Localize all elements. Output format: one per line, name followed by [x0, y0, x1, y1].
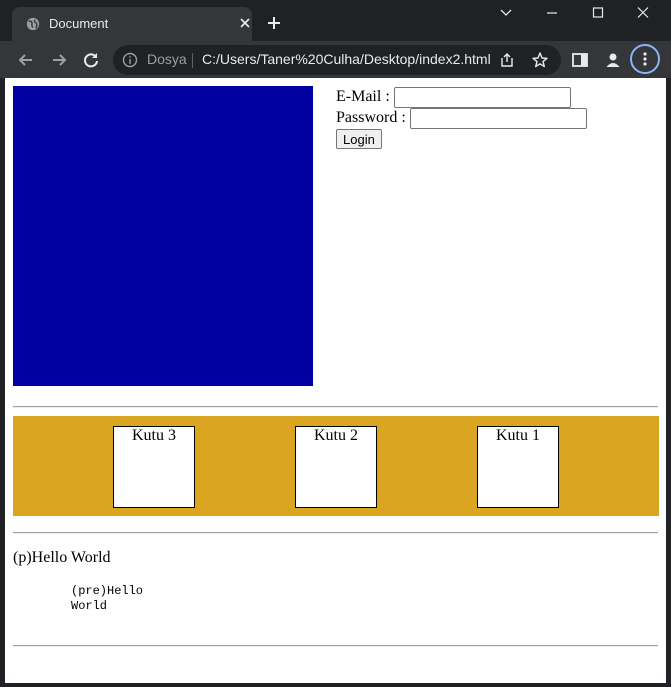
address-bar[interactable]: Dosya C:/Users/Taner%20Culha/Desktop/ind… [113, 45, 561, 75]
browser-tab[interactable]: Document [12, 7, 252, 41]
side-panel-icon[interactable] [570, 50, 590, 70]
preformatted-text: (pre)Hello World [71, 584, 144, 613]
url-text[interactable]: C:/Users/Taner%20Culha/Desktop/index2.ht… [202, 51, 491, 67]
box-band: Kutu 3 Kutu 2 Kutu 1 [13, 416, 659, 516]
browser-toolbar: Dosya C:/Users/Taner%20Culha/Desktop/ind… [0, 41, 671, 78]
email-label: E-Mail : [336, 88, 390, 105]
email-row: E-Mail : [336, 86, 587, 108]
page-viewport: E-Mail : Password : Login Kutu 3 Kutu 2 … [5, 78, 666, 683]
box-kutu-3: Kutu 3 [113, 426, 195, 508]
divider-1 [13, 406, 658, 408]
tab-title: Document [49, 16, 109, 31]
globe-icon [26, 17, 40, 31]
password-field[interactable] [409, 108, 587, 129]
share-icon[interactable] [499, 52, 515, 68]
back-arrow-icon[interactable] [16, 50, 36, 70]
scheme-label: Dosya [147, 51, 187, 67]
login-form: E-Mail : Password : Login [336, 86, 587, 149]
divider-3 [13, 645, 658, 647]
paragraph-text: (p)Hello World [13, 549, 111, 566]
info-icon[interactable] [122, 52, 138, 68]
new-tab-icon[interactable] [266, 15, 282, 31]
tab-search-chevron-icon[interactable] [486, 4, 526, 22]
box-kutu-1: Kutu 1 [477, 426, 559, 508]
forward-arrow-icon[interactable] [49, 50, 69, 70]
minimize-icon[interactable] [532, 4, 572, 22]
address-separator [192, 53, 193, 68]
login-row: Login [336, 128, 587, 149]
maximize-icon[interactable] [578, 4, 618, 22]
password-label: Password : [336, 109, 406, 126]
blue-box [13, 86, 313, 386]
close-tab-icon[interactable] [238, 16, 252, 30]
box-kutu-2: Kutu 2 [295, 426, 377, 508]
reload-icon[interactable] [81, 50, 101, 70]
profile-icon[interactable] [603, 50, 623, 70]
chrome-menu-button[interactable] [630, 44, 660, 74]
bookmark-star-icon[interactable] [531, 51, 549, 69]
login-button[interactable]: Login [336, 129, 382, 149]
more-vertical-icon [643, 52, 647, 66]
password-row: Password : [336, 107, 587, 129]
divider-2 [13, 532, 658, 534]
browser-titlebar: Document [0, 0, 671, 41]
email-field[interactable] [393, 87, 571, 108]
close-window-icon[interactable] [623, 4, 663, 22]
